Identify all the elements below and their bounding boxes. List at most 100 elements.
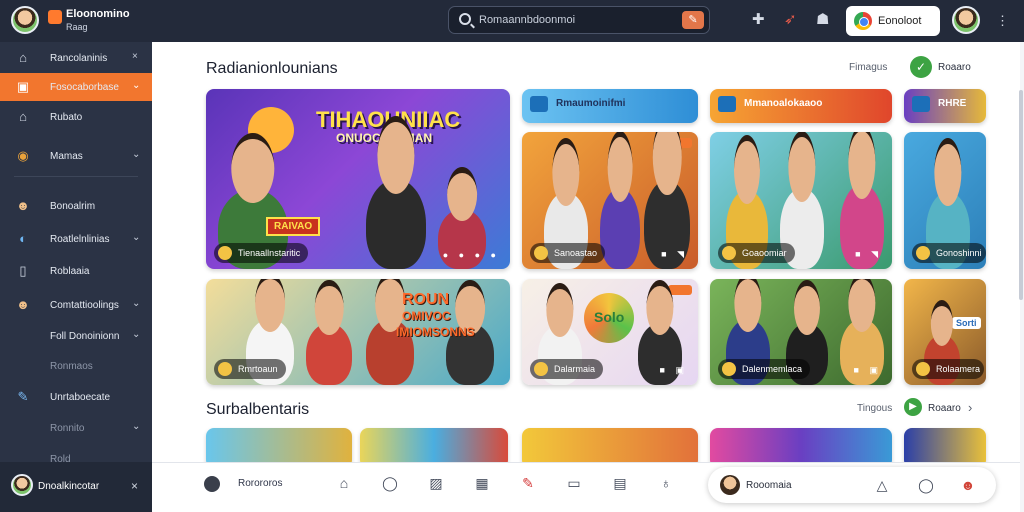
sidebar-item-label: Comtattioolings bbox=[50, 300, 119, 311]
avatar bbox=[720, 475, 740, 495]
section-more-link[interactable]: Tingous bbox=[857, 403, 892, 414]
sidebar-item-label: Bonoalrim bbox=[50, 201, 96, 212]
discord-icon[interactable]: ☗ bbox=[816, 12, 829, 28]
close-icon[interactable]: × bbox=[132, 51, 138, 62]
chat-bubble-icon[interactable]: ◯ bbox=[918, 477, 934, 493]
sidebar-item-label: Fosocaborbase bbox=[50, 82, 119, 93]
search-input[interactable] bbox=[479, 11, 669, 29]
close-icon[interactable]: × bbox=[131, 479, 138, 493]
user-avatar[interactable] bbox=[952, 6, 980, 34]
section-cta-icon[interactable]: ▶ bbox=[904, 398, 922, 416]
pen-icon[interactable]: ✎ bbox=[520, 475, 536, 491]
card-caption: Dalarmaia bbox=[530, 359, 604, 379]
banner-card-2[interactable]: Mmanoalokaaoo bbox=[710, 89, 892, 123]
sidebar-item-5[interactable]: ☻ Bonoalrim bbox=[0, 192, 152, 220]
section-cta-label[interactable]: Roaaro bbox=[938, 62, 971, 73]
voice-search-icon[interactable]: ✎ bbox=[682, 11, 704, 29]
card-caption: Rolaamera bbox=[912, 359, 985, 379]
sidebar-item-10[interactable]: Ronmaos bbox=[0, 352, 152, 380]
user-icon[interactable] bbox=[204, 476, 220, 492]
video-card[interactable]: Dalenmemlaca ■ ▣ bbox=[710, 279, 892, 385]
account-pill-label: Rooomaia bbox=[746, 480, 792, 491]
card-controls-icon[interactable]: ■ ▣ bbox=[660, 365, 688, 376]
sidebar-item-6[interactable]: ◐ Roatlelnlinias ⌄ bbox=[0, 225, 152, 253]
account-pill[interactable]: Rooomaia △ ◯ ☻ bbox=[708, 467, 996, 503]
video-card[interactable]: Goaoomiar ■ ◥ bbox=[710, 132, 892, 269]
bell-icon[interactable]: △ bbox=[874, 477, 890, 493]
section-more-link[interactable]: Fimagus bbox=[849, 62, 887, 73]
card-controls-icon[interactable]: ■ ◥ bbox=[661, 249, 688, 260]
video-card[interactable]: Solo Dalarmaia ■ ▣ bbox=[522, 279, 698, 385]
search-icon bbox=[459, 13, 471, 25]
sidebar-item-8[interactable]: ☻ Comtattioolings ⌄ bbox=[0, 291, 152, 319]
scrollbar[interactable] bbox=[1019, 90, 1023, 300]
card-controls-icon[interactable]: ■ ◥ bbox=[855, 249, 882, 260]
profile-icon[interactable]: ♁ bbox=[658, 475, 674, 491]
globe-icon: ◐ bbox=[19, 231, 27, 246]
sidebar-item-11[interactable]: ✎ Unrtaboecate bbox=[0, 383, 152, 411]
featured-card[interactable]: TIHAOUNIIAC ONUOCIICUMAN RAIVAO Tienaall… bbox=[206, 89, 510, 269]
video-card[interactable]: ROUN OMIVOC IMIOMSONNS Rmrtoaun bbox=[206, 279, 510, 385]
home-icon[interactable]: ⌂ bbox=[336, 475, 352, 491]
card-caption: Dalenmemlaca bbox=[718, 359, 811, 379]
sidebar-item-9[interactable]: Foll Donoinionn ⌄ bbox=[0, 322, 152, 350]
card-caption: Goaoomiar bbox=[718, 243, 795, 263]
chevron-down-icon[interactable]: ⌄ bbox=[132, 80, 140, 91]
bottom-bar: Rorororos ⌂ ◯ ▨ ▦ ✎ ▭ ▤ ♁ Rooomaia △ ◯ ☻ bbox=[152, 462, 1020, 512]
featured-sign: RAIVAO bbox=[266, 217, 321, 236]
sidebar-item-label: Unrtaboecate bbox=[50, 392, 111, 403]
chevron-down-icon[interactable]: ⌄ bbox=[132, 232, 140, 243]
rocket-icon[interactable]: ➶ bbox=[784, 12, 797, 28]
sidebar-item-12[interactable]: Ronnito ⌄ bbox=[0, 414, 152, 442]
person-icon: ☻ bbox=[16, 297, 30, 312]
sidebar-item-3[interactable]: ⌂ Rubato bbox=[0, 103, 152, 131]
edit-icon: ✎ bbox=[17, 389, 29, 404]
chevron-right-icon[interactable]: › bbox=[968, 400, 972, 415]
section-title: Radianionlounians bbox=[206, 60, 338, 77]
banner-card-1[interactable]: Rmaumoinifmi bbox=[522, 89, 698, 123]
card-headline-2: OMIVOC bbox=[402, 309, 451, 323]
section-cta-icon[interactable]: ✓ bbox=[910, 56, 932, 78]
book-icon: ▯ bbox=[19, 263, 27, 278]
footer-label: Dnoalkincotar bbox=[38, 481, 100, 492]
folder-icon: ▣ bbox=[16, 79, 30, 94]
video-card[interactable]: Gonoshinni bbox=[904, 132, 986, 269]
sidebar-item-label: Roblaaia bbox=[50, 266, 90, 277]
video-card[interactable]: Sorti Rolaamera bbox=[904, 279, 986, 385]
sidebar-item-active[interactable]: ▣ Fosocaborbase ⌄ bbox=[0, 73, 152, 101]
card-caption: Tienaallnstaritic bbox=[214, 243, 309, 263]
section-cta-label[interactable]: Roaaro bbox=[928, 403, 961, 414]
card-headline: ROUN bbox=[402, 291, 450, 308]
browser-button[interactable]: Eonoloot bbox=[846, 6, 940, 36]
main-content: Radianionlounians Fimagus ✓ Roaaro TIHAO… bbox=[152, 42, 1020, 512]
calendar-icon[interactable]: ▭ bbox=[566, 475, 582, 491]
person-icon: ☻ bbox=[16, 198, 30, 213]
media-icon: ◉ bbox=[17, 148, 29, 163]
image-icon[interactable]: ▨ bbox=[428, 475, 444, 491]
chevron-down-icon[interactable]: ⌄ bbox=[132, 149, 140, 160]
people-icon[interactable]: ☻ bbox=[960, 477, 976, 493]
chat-icon[interactable]: ◯ bbox=[382, 475, 398, 491]
sidebar-item-label: Foll Donoinionn bbox=[50, 331, 120, 342]
sidebar-item-7[interactable]: ▯ Roblaaia bbox=[0, 257, 152, 285]
profile-avatar[interactable] bbox=[11, 6, 39, 34]
brand-title: Eloonomino bbox=[66, 8, 130, 20]
banner-label: Mmanoalokaaoo bbox=[718, 95, 822, 113]
sidebar-footer[interactable]: Dnoalkincotar × bbox=[0, 462, 152, 512]
sidebar-item-label: Roatlelnlinias bbox=[50, 234, 110, 245]
gallery-icon[interactable]: ▦ bbox=[474, 475, 490, 491]
chevron-down-icon[interactable]: ⌄ bbox=[132, 421, 140, 432]
card-sign: Sorti bbox=[952, 317, 981, 329]
chevron-down-icon[interactable]: ⌄ bbox=[132, 329, 140, 340]
puzzle-icon[interactable]: ✚ bbox=[752, 12, 765, 28]
more-menu-icon[interactable]: ⋮ bbox=[996, 13, 1009, 29]
banner-card-3[interactable]: RHRE bbox=[904, 89, 986, 123]
message-icon[interactable]: ▤ bbox=[612, 475, 628, 491]
video-card[interactable]: Sanoastao ■ ◥ bbox=[522, 132, 698, 269]
card-controls-icon[interactable]: ● ● ● ● bbox=[443, 250, 500, 260]
sidebar-item-1[interactable]: ⌂ Rancolaninis × bbox=[0, 44, 152, 72]
banner-label: RHRE bbox=[912, 95, 966, 113]
card-controls-icon[interactable]: ■ ▣ bbox=[854, 365, 882, 376]
chevron-down-icon[interactable]: ⌄ bbox=[132, 298, 140, 309]
sidebar-item-4[interactable]: ◉ Mamas ⌄ bbox=[0, 142, 152, 170]
